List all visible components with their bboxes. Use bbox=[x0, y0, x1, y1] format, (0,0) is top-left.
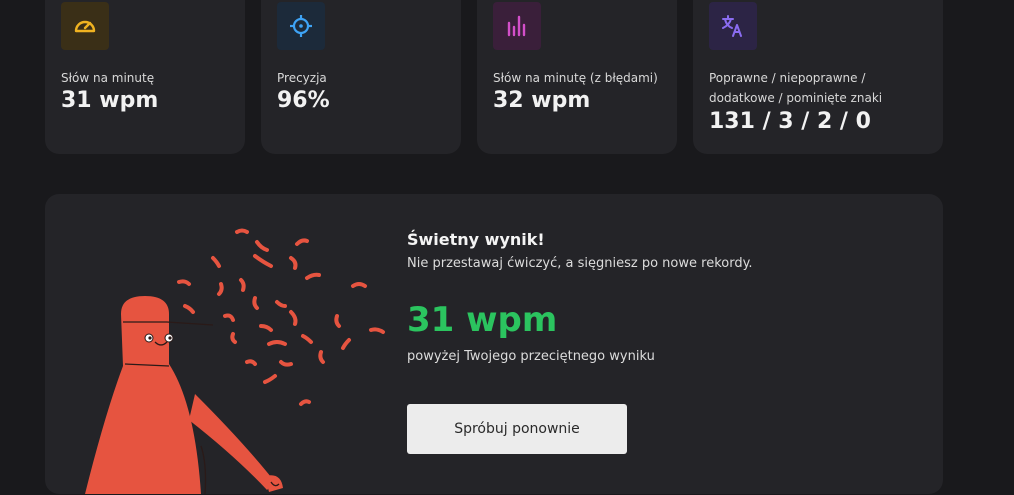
stat-value: 131 / 3 / 2 / 0 bbox=[709, 109, 871, 134]
result-title: Świetny wynik! bbox=[407, 230, 545, 249]
translate-icon bbox=[709, 2, 757, 50]
crosshair-icon bbox=[277, 2, 325, 50]
stat-card-accuracy: Precyzja 96% bbox=[261, 0, 461, 154]
celebration-illustration bbox=[85, 228, 385, 494]
bar-chart-icon bbox=[493, 2, 541, 50]
stat-value: 32 wpm bbox=[493, 88, 591, 113]
stat-card-characters: Poprawne / niepoprawne / dodatkowe / pom… bbox=[693, 0, 943, 154]
stat-value: 96% bbox=[277, 88, 330, 113]
speedometer-icon bbox=[61, 2, 109, 50]
stat-label: Precyzja bbox=[277, 71, 327, 85]
stat-value: 31 wpm bbox=[61, 88, 159, 113]
try-again-button[interactable]: Spróbuj ponownie bbox=[407, 404, 627, 454]
result-panel: Świetny wynik! Nie przestawaj ćwiczyć, a… bbox=[45, 194, 943, 494]
stat-label: Słów na minutę (z błędami) bbox=[493, 71, 658, 85]
result-comparison-note: powyżej Twojego przeciętnego wyniku bbox=[407, 349, 655, 364]
stat-card-wpm: Słów na minutę 31 wpm bbox=[45, 0, 245, 154]
stat-label: Słów na minutę bbox=[61, 71, 155, 85]
stat-label: Poprawne / niepoprawne / dodatkowe / pom… bbox=[709, 71, 883, 105]
result-subtitle: Nie przestawaj ćwiczyć, a sięgniesz po n… bbox=[407, 256, 753, 271]
stat-card-raw-wpm: Słów na minutę (z błędami) 32 wpm bbox=[477, 0, 677, 154]
result-wpm: 31 wpm bbox=[407, 300, 558, 340]
